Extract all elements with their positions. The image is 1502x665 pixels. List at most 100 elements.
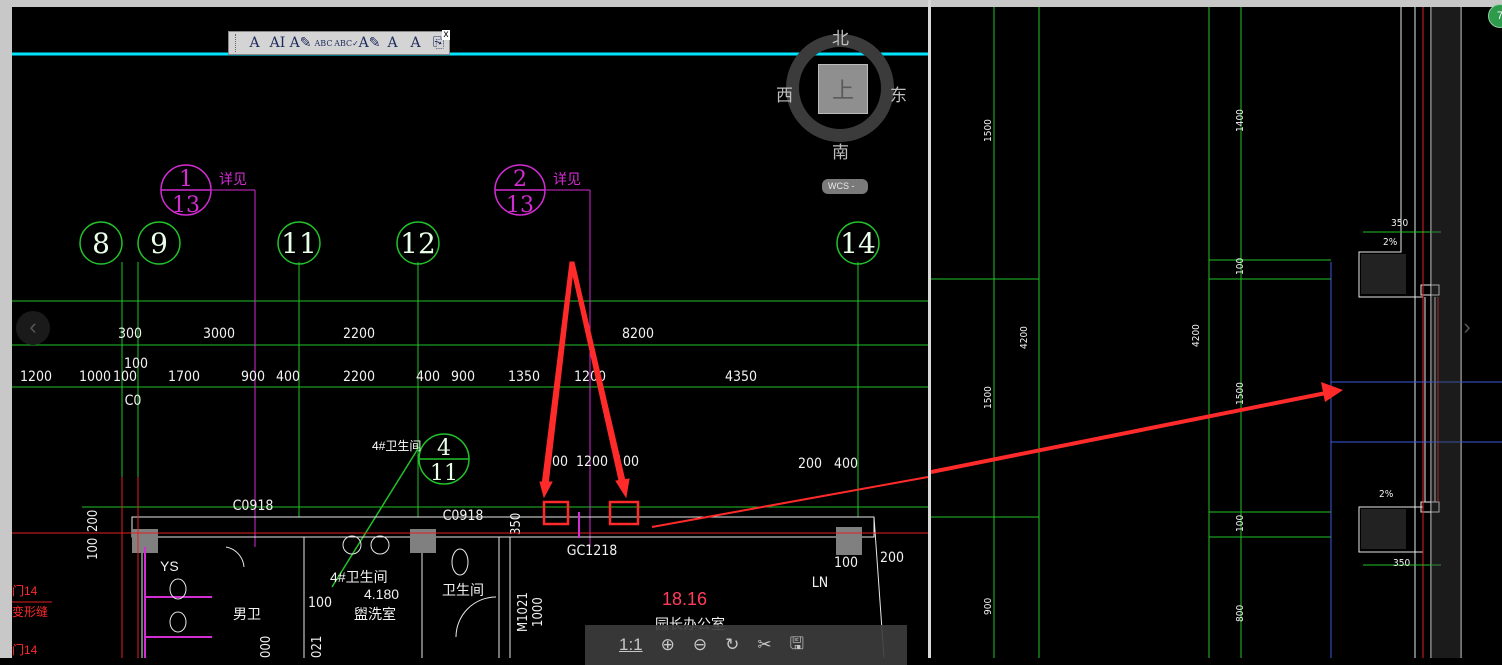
door-swing (455, 596, 497, 638)
left-note: 门14 (12, 642, 38, 657)
door-label: 021 (310, 636, 325, 658)
red-arrow-3-head (1321, 382, 1343, 402)
compass-east[interactable]: 东 (890, 81, 907, 106)
detail-dim: 900 (983, 598, 994, 615)
room-label-men: 男卫 (233, 606, 261, 622)
actual-size-button[interactable]: 1:1 (619, 635, 643, 655)
text-formatting-toolbar[interactable]: A AI A✎ ABC ABC✓ A✎ A A ⎘ x (228, 30, 450, 55)
text-edit-pen-icon[interactable]: A✎ (359, 33, 381, 53)
red-arrow-1 (541, 261, 575, 486)
dim-text: 1200 (576, 454, 608, 470)
ln-label: LN (812, 575, 828, 591)
detail-dim: 1500 (1235, 382, 1246, 405)
detail-dim: 4200 (1019, 326, 1030, 349)
section-detail-drawing: 1500 4200 1500 900 1400 100 4200 1500 10… (931, 7, 1502, 658)
toolbar-grip[interactable] (235, 34, 240, 52)
dim-text: 350 (509, 513, 524, 535)
text-style-icon[interactable]: A (244, 33, 265, 53)
dim-text: C0 (125, 393, 142, 409)
window-label: C0918 (443, 508, 484, 524)
dim-text: 1000 (531, 597, 546, 627)
detail-ref-1-note: 详见 (219, 171, 247, 187)
axis-label-14: 14 (840, 227, 876, 260)
detail-dim: 800 (1235, 605, 1246, 622)
detail-ref-2-note: 详见 (553, 171, 581, 187)
dim-text: 400 (276, 369, 300, 385)
viewcube-compass[interactable]: 上 北 南 东 西 WCS - (776, 24, 916, 204)
text-scale-icon[interactable]: A (382, 33, 403, 53)
dim-text: 200 (86, 510, 101, 532)
dim-text: 100 (308, 595, 332, 611)
dim-text: 900 (241, 369, 265, 385)
prev-arrow-icon[interactable]: ‹ (16, 311, 50, 345)
room-label-washing: 盥洗室 (354, 606, 396, 622)
axis-label-9: 9 (150, 227, 168, 260)
dim-text: 900 (451, 369, 475, 385)
zoom-in-icon[interactable]: ⊕ (661, 635, 675, 655)
dim-text: 400 (834, 456, 858, 472)
detail-dim: 1400 (1235, 109, 1246, 132)
detail-dim: 100 (1235, 258, 1246, 275)
room-elevation: 4.180 (364, 586, 399, 602)
left-note: 门14 (12, 583, 38, 598)
window-top-frame (0, 0, 1502, 7)
text-edit-icon[interactable]: AI (267, 33, 288, 53)
crop-icon[interactable]: ✂ (757, 635, 771, 655)
wcs-dropdown[interactable]: WCS - (822, 179, 868, 194)
door-label: M1021 (516, 592, 531, 632)
dim-text: 3000 (203, 326, 235, 342)
room-label-toilet: 卫生间 (442, 582, 484, 598)
dim-text: 100 (113, 369, 137, 385)
detail-section-view: 1500 4200 1500 900 1400 100 4200 1500 10… (931, 7, 1502, 658)
axis-label-8: 8 (92, 227, 110, 260)
highlight-box-2 (608, 500, 640, 526)
compass-west[interactable]: 西 (776, 81, 793, 106)
red-arrow-3-line (651, 476, 928, 528)
detail-dim: 1500 (983, 119, 994, 142)
axis-label-11: 11 (281, 227, 317, 260)
dim-text: 100 (86, 538, 101, 560)
compass-south[interactable]: 南 (832, 138, 849, 163)
spell-check-icon[interactable]: ABC✓ (334, 33, 359, 53)
text-justify-icon[interactable]: A (405, 33, 426, 53)
room-ref-num: 4 (437, 436, 451, 461)
compass-north[interactable]: 北 (832, 24, 849, 49)
detail-dim: 350 (1391, 218, 1408, 229)
room-ref-note: 4#卫生间 (372, 439, 421, 453)
window-label: C0918 (233, 498, 274, 514)
viewer-nav-bar: 1:1 ⊕ ⊖ ↻ ✂ 🖫 (585, 625, 907, 665)
door-label: 000 (259, 636, 274, 658)
next-arrow-icon[interactable]: › (1450, 311, 1484, 345)
detail-ref-2-num: 2 (513, 167, 527, 192)
detail-dim: 1500 (983, 386, 994, 409)
dim-text: 1000 (79, 369, 111, 385)
cad-plan-viewport[interactable]: 8 9 11 12 14 4 11 4#卫生间 1 13 2 13 详见 详见 (12, 7, 928, 658)
detail-dim: 100 (1235, 515, 1246, 532)
text-modify-icon[interactable]: A✎ (290, 33, 312, 53)
left-note: 变形缝 (12, 604, 48, 619)
dim-text: 2200 (343, 326, 375, 342)
detail-dim: 4200 (1191, 324, 1202, 347)
dim-text: 1700 (168, 369, 200, 385)
room-label-washroom4: 4#卫生间 (330, 569, 388, 585)
detail-ref-2-den: 13 (506, 193, 534, 218)
save-icon[interactable]: 🖫 (790, 631, 804, 660)
slope-label: 2% (1383, 237, 1398, 248)
room-ref-den: 11 (430, 461, 458, 486)
viewcube-top-face[interactable]: 上 (818, 64, 868, 114)
detail-dim: 350 (1393, 558, 1410, 569)
detail-ref-1-num: 1 (179, 167, 193, 192)
toolbar-close-icon[interactable]: x (442, 30, 450, 40)
room-label-ys: YS (160, 558, 179, 574)
zoom-out-icon[interactable]: ⊖ (693, 635, 707, 655)
slope-label: 2% (1379, 489, 1394, 500)
toilet-fixture (451, 548, 469, 576)
dim-text: 1200 (20, 369, 52, 385)
find-text-icon[interactable]: ABC (313, 33, 334, 53)
dim-text: 8200 (622, 326, 654, 342)
rotate-icon[interactable]: ↻ (725, 635, 739, 655)
window-left-frame (0, 0, 12, 658)
axis-label-12: 12 (400, 227, 436, 260)
highlight-box-1 (542, 500, 570, 526)
dim-text: 1350 (508, 369, 540, 385)
